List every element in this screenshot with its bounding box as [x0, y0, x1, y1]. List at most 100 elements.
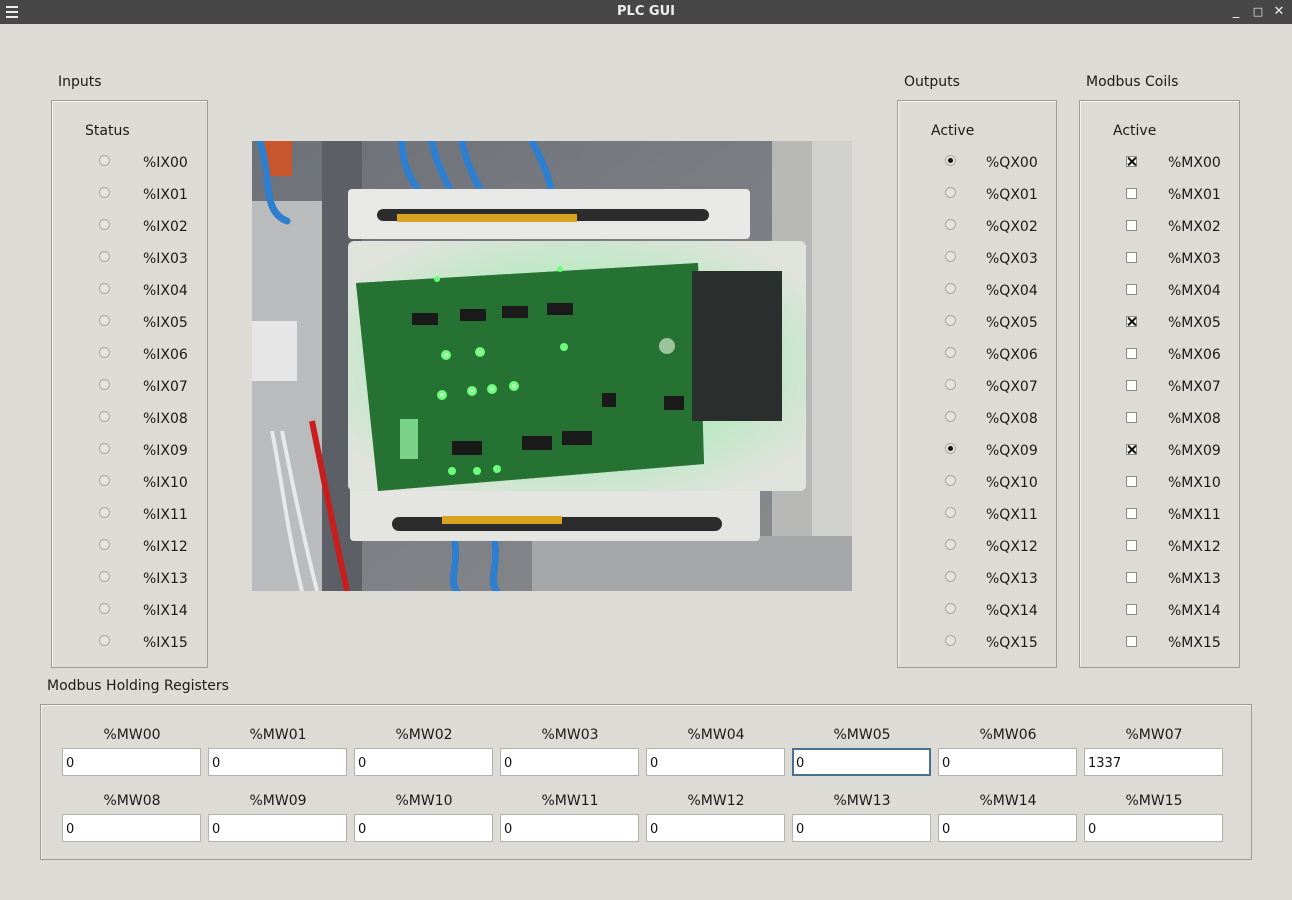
inputs-label: %IX10 [143, 475, 188, 491]
outputs-radio-button[interactable] [945, 603, 956, 614]
inputs-column-header: Status [85, 123, 130, 139]
coils-checkbox[interactable] [1126, 380, 1137, 391]
coils-row: %MX06 [1080, 345, 1230, 365]
register-input[interactable] [1084, 814, 1223, 842]
inputs-label: %IX07 [143, 379, 188, 395]
outputs-row: %QX11 [898, 505, 1048, 525]
outputs-radio-button[interactable] [945, 251, 956, 262]
outputs-row: %QX10 [898, 473, 1048, 493]
coils-title: Modbus Coils [1086, 74, 1179, 90]
coils-checkbox[interactable] [1126, 252, 1137, 263]
coils-checkbox[interactable] [1126, 508, 1137, 519]
coils-checkbox[interactable] [1126, 412, 1137, 423]
outputs-radio-button[interactable] [945, 219, 956, 230]
register-input[interactable] [1084, 748, 1223, 776]
coils-checkbox[interactable] [1126, 316, 1137, 327]
outputs-row: %QX05 [898, 313, 1048, 333]
coils-label: %MX08 [1168, 411, 1221, 427]
inputs-title: Inputs [58, 74, 102, 90]
outputs-radio-button[interactable] [945, 475, 956, 486]
coils-checkbox[interactable] [1126, 572, 1137, 583]
outputs-radio-button[interactable] [945, 187, 956, 198]
outputs-radio-button[interactable] [945, 571, 956, 582]
register-input[interactable] [354, 748, 493, 776]
register-label: %MW15 [1125, 793, 1183, 809]
register-label: %MW10 [395, 793, 453, 809]
outputs-radio-button[interactable] [945, 347, 956, 358]
register-input[interactable] [500, 814, 639, 842]
coils-checkbox[interactable] [1126, 220, 1137, 231]
outputs-radio-button[interactable] [945, 315, 956, 326]
outputs-row: %QX14 [898, 601, 1048, 621]
register-input[interactable] [938, 748, 1077, 776]
outputs-row: %QX06 [898, 345, 1048, 365]
coils-label: %MX13 [1168, 571, 1221, 587]
coils-checkbox[interactable] [1126, 188, 1137, 199]
coils-label: %MX09 [1168, 443, 1221, 459]
coils-row: %MX10 [1080, 473, 1230, 493]
register-input[interactable] [62, 814, 201, 842]
register-label: %MW04 [687, 727, 745, 743]
coils-label: %MX01 [1168, 187, 1221, 203]
outputs-radio-button[interactable] [945, 507, 956, 518]
register-input[interactable] [354, 814, 493, 842]
inputs-row: %IX05 [52, 313, 202, 333]
outputs-row: %QX04 [898, 281, 1048, 301]
inputs-row: %IX13 [52, 569, 202, 589]
outputs-radio-button[interactable] [945, 411, 956, 422]
outputs-label: %QX00 [986, 155, 1038, 171]
maximize-button[interactable]: □ [1250, 3, 1266, 21]
inputs-label: %IX11 [143, 507, 188, 523]
register-input[interactable] [500, 748, 639, 776]
register-input[interactable] [646, 814, 785, 842]
outputs-radio-button[interactable] [945, 283, 956, 294]
coils-row: %MX09 [1080, 441, 1230, 461]
coils-checkbox[interactable] [1126, 636, 1137, 647]
register-input[interactable] [62, 748, 201, 776]
register-label: %MW02 [395, 727, 453, 743]
register-label: %MW00 [103, 727, 161, 743]
coils-checkbox[interactable] [1126, 284, 1137, 295]
inputs-radio-button [99, 475, 110, 486]
coils-row: %MX05 [1080, 313, 1230, 333]
outputs-radio-button[interactable] [945, 379, 956, 390]
outputs-radio-button[interactable] [945, 443, 956, 454]
coils-checkbox[interactable] [1126, 156, 1137, 167]
outputs-radio-button[interactable] [945, 635, 956, 646]
outputs-column-header: Active [931, 123, 975, 139]
outputs-radio-button[interactable] [945, 539, 956, 550]
coils-checkbox[interactable] [1126, 540, 1137, 551]
coils-row: %MX00 [1080, 153, 1230, 173]
register-input[interactable] [208, 748, 347, 776]
register-input[interactable] [938, 814, 1077, 842]
outputs-label: %QX02 [986, 219, 1038, 235]
outputs-row: %QX00 [898, 153, 1048, 173]
coils-label: %MX15 [1168, 635, 1221, 651]
outputs-row: %QX07 [898, 377, 1048, 397]
coils-group: Active %MX00 %MX01 %MX02 %MX03 %MX04 %MX05 %MX… [1079, 100, 1240, 668]
register-input[interactable] [792, 814, 931, 842]
register-input[interactable] [208, 814, 347, 842]
inputs-row: %IX04 [52, 281, 202, 301]
outputs-label: %QX15 [986, 635, 1038, 651]
inputs-radio-button [99, 155, 110, 166]
coils-checkbox[interactable] [1126, 444, 1137, 455]
minimize-button[interactable]: _ [1228, 3, 1244, 21]
register-input[interactable] [792, 748, 931, 776]
coils-label: %MX11 [1168, 507, 1221, 523]
outputs-label: %QX04 [986, 283, 1038, 299]
title-bar: PLC GUI _ □ ✕ [0, 0, 1292, 24]
register-label: %MW11 [541, 793, 599, 809]
inputs-radio-button [99, 635, 110, 646]
inputs-label: %IX08 [143, 411, 188, 427]
register-input[interactable] [646, 748, 785, 776]
close-button[interactable]: ✕ [1271, 3, 1287, 21]
coils-checkbox[interactable] [1126, 604, 1137, 615]
outputs-label: %QX12 [986, 539, 1038, 555]
coils-row: %MX14 [1080, 601, 1230, 621]
coils-checkbox[interactable] [1126, 348, 1137, 359]
inputs-label: %IX04 [143, 283, 188, 299]
coils-checkbox[interactable] [1126, 476, 1137, 487]
inputs-row: %IX01 [52, 185, 202, 205]
outputs-radio-button[interactable] [945, 155, 956, 166]
